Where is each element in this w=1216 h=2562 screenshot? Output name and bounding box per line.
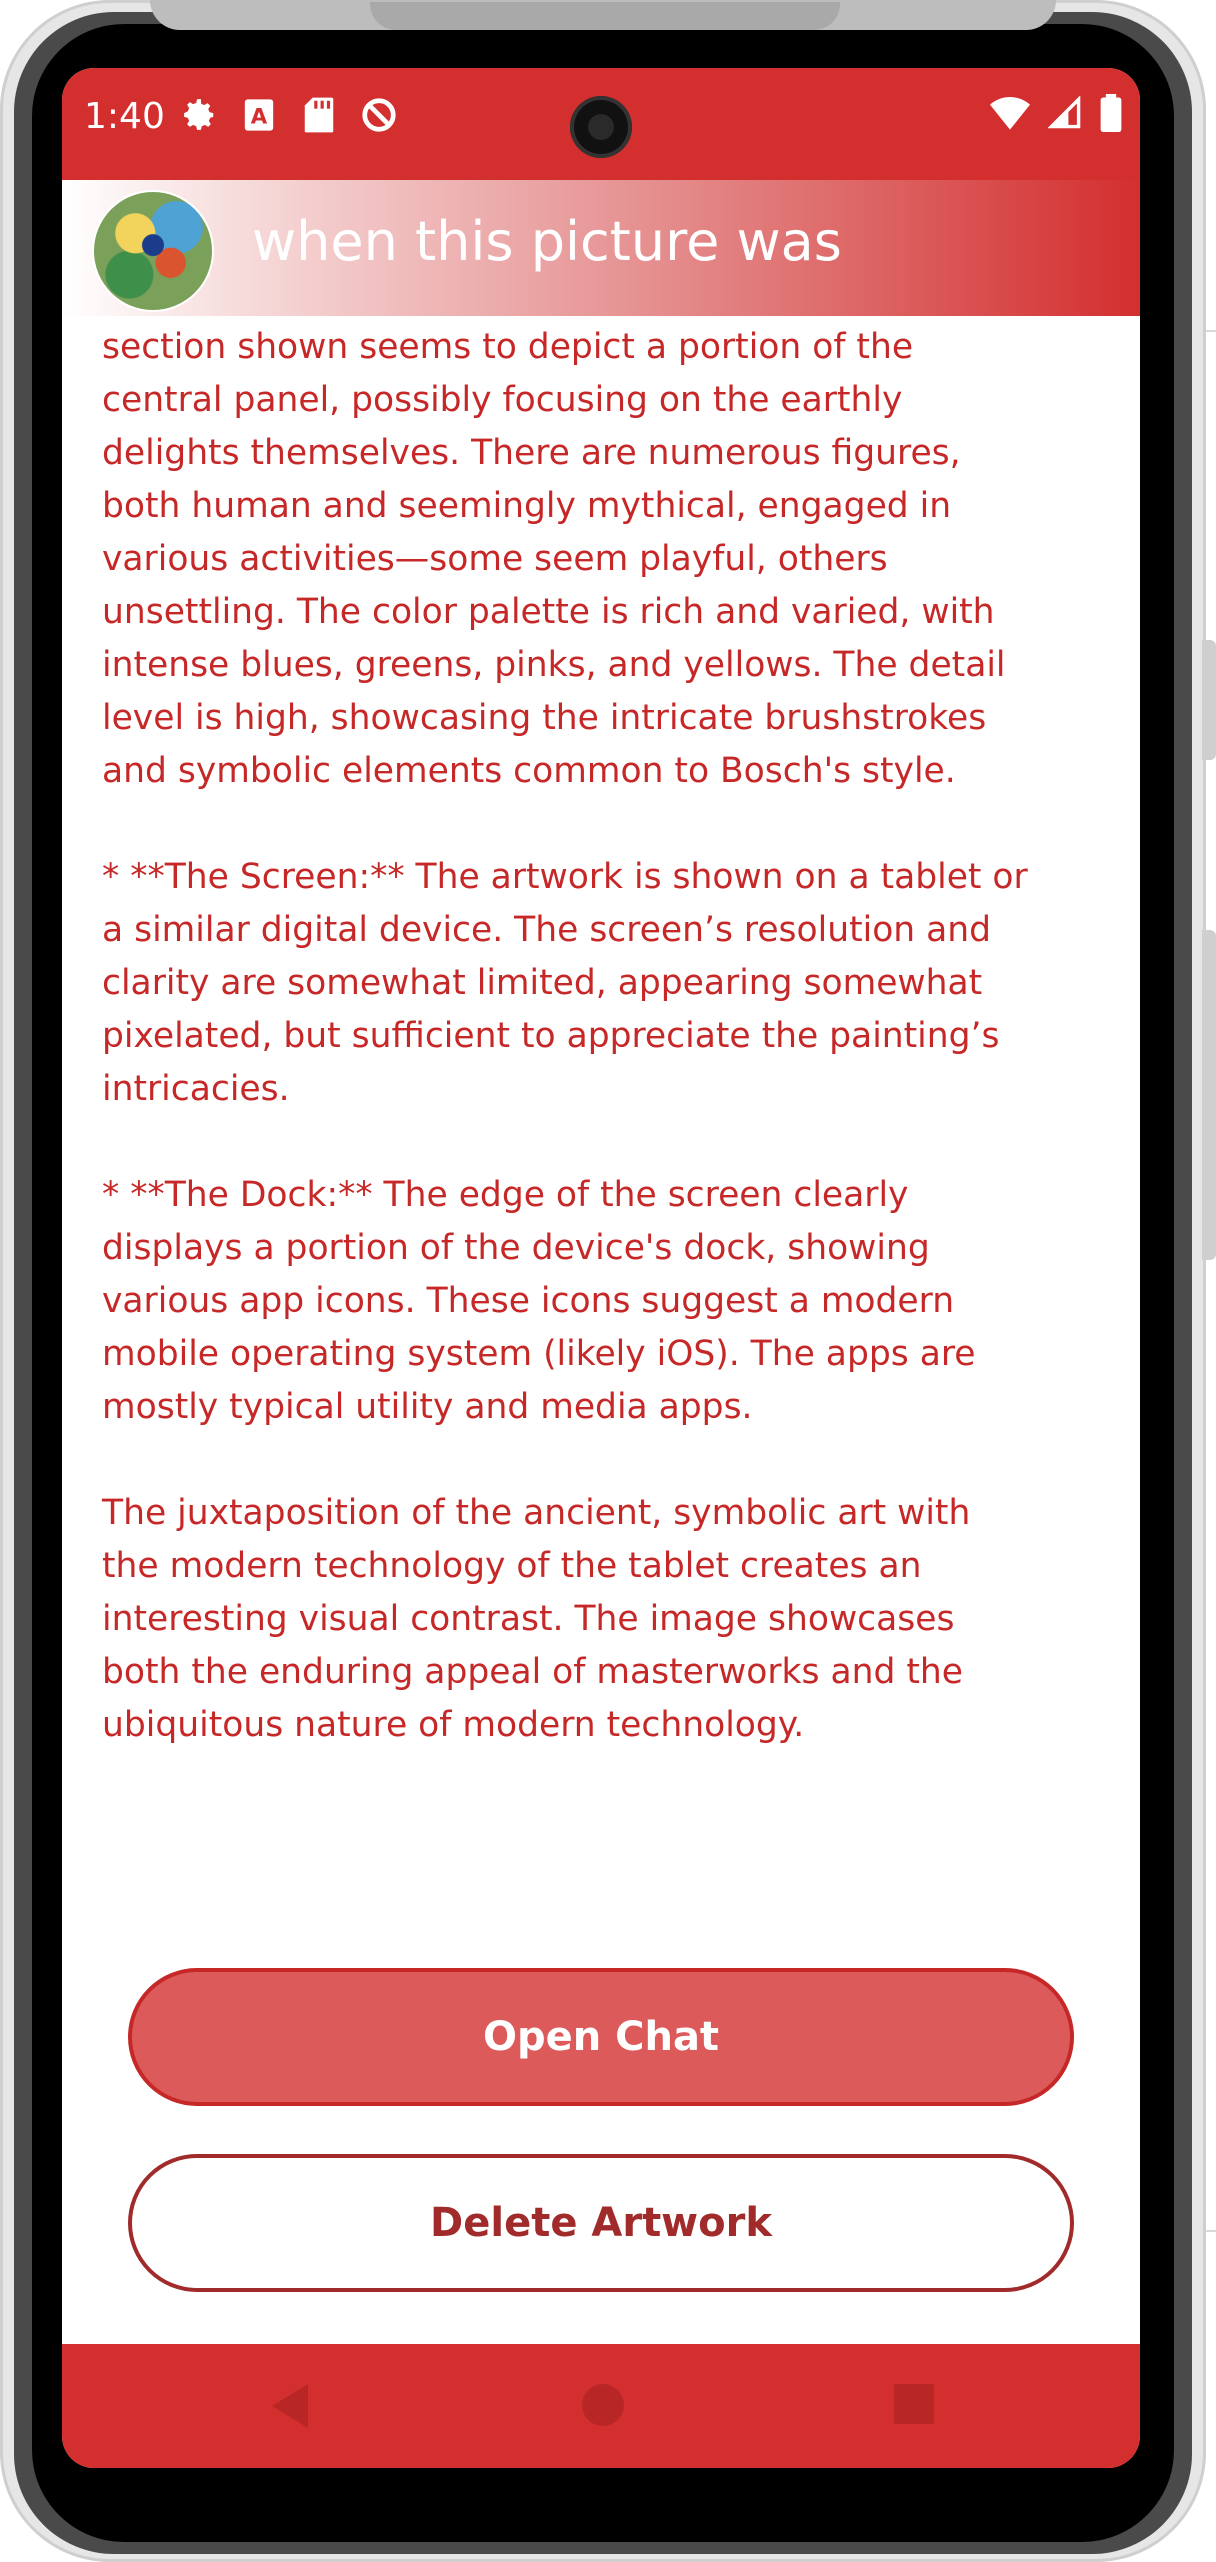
settings-icon <box>180 96 218 134</box>
open-chat-button[interactable]: Open Chat <box>128 1968 1074 2106</box>
description-paragraph: creatures, and bizarre landscapes. The s… <box>102 274 1006 791</box>
delete-artwork-button[interactable]: Delete Artwork <box>128 2154 1074 2292</box>
cell-signal-icon <box>1047 95 1082 134</box>
sd-card-icon <box>300 96 338 134</box>
a-icon: A <box>240 96 278 134</box>
status-time: 1:40 <box>84 96 165 137</box>
description-text: creatures, and bizarre landscapes. The s… <box>102 268 1102 1805</box>
status-bar: 1:40 A <box>62 68 1140 180</box>
front-camera <box>570 96 632 158</box>
svg-text:A: A <box>251 105 268 130</box>
power-button <box>1202 930 1216 1260</box>
wifi-icon <box>990 96 1030 134</box>
description-paragraph: * **The Screen:** The artwork is shown o… <box>102 857 1028 1109</box>
screen: 1:40 A when this picture was section sho… <box>62 68 1140 2468</box>
battery-icon <box>1100 94 1122 136</box>
description-paragraph: The juxtaposition of the ancient, symbol… <box>102 1493 971 1745</box>
home-icon[interactable] <box>582 2384 624 2426</box>
back-icon[interactable] <box>272 2384 308 2428</box>
speaker-grille <box>370 2 840 30</box>
artwork-thumbnail[interactable] <box>94 192 212 310</box>
app-header: when this picture was <box>62 180 1140 316</box>
recents-icon[interactable] <box>894 2384 934 2424</box>
status-icons-right <box>990 94 1122 136</box>
status-icons-left: A <box>180 96 398 134</box>
do-not-disturb-icon <box>360 96 398 134</box>
header-title: when this picture was <box>252 210 842 273</box>
navigation-bar <box>62 2344 1140 2468</box>
description-paragraph: * **The Dock:** The edge of the screen c… <box>102 1175 976 1427</box>
volume-button <box>1202 640 1216 760</box>
